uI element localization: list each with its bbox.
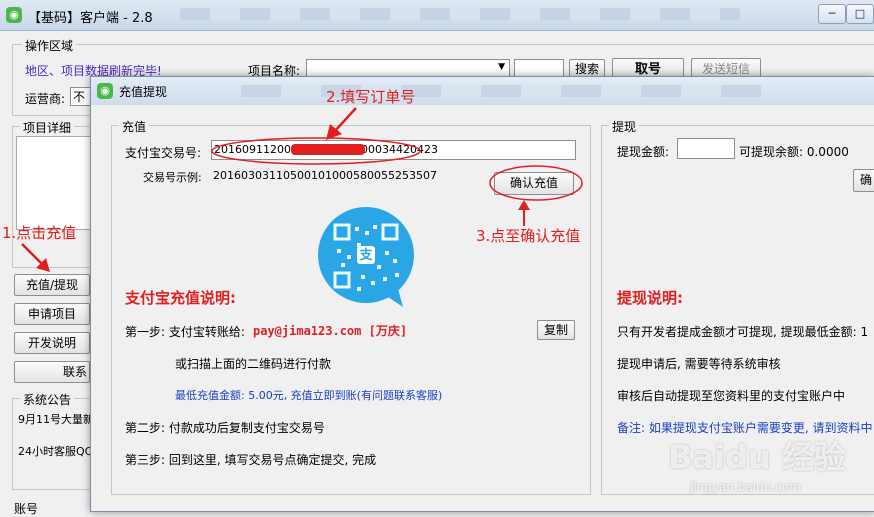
recharge-heading: 支付宝充值说明: [125, 289, 236, 307]
dialog-titlebar: ◉ 充值提现 [91, 77, 874, 105]
dialog-title: 充值提现 [119, 85, 168, 99]
annotation-arrow-3 [518, 200, 530, 226]
dialog-app-icon: ◉ [97, 83, 113, 99]
operator-label: 运营商: [25, 92, 66, 106]
step3-text: 第三步: 回到这里, 填写交易号点确定提交, 完成 [125, 453, 377, 467]
chevron-down-icon: ▼ [498, 62, 505, 72]
alipay-account: pay@jima123.com [万庆] [253, 324, 408, 338]
dev-help-button[interactable]: 开发说明 [14, 332, 90, 354]
withdraw-line-3: 审核后自动提现至您资料里的支付宝账户中 [617, 389, 846, 403]
minimize-icon[interactable]: ─ [818, 4, 846, 24]
main-titlebar: ◉ 【基码】客户端 - 2.8 ─ □ [0, 0, 874, 31]
contact-button[interactable]: 联系 [14, 361, 90, 383]
withdraw-line-1: 只有开发者提成金额才可提现, 提现最低金额: 1 [617, 325, 869, 339]
step1-text: 第一步: 支付宝转账给: [125, 325, 245, 339]
project-detail-legend: 项目详细 [20, 119, 75, 136]
withdraw-amount-input[interactable] [677, 138, 735, 159]
blurred-background-toolbar [241, 85, 761, 97]
withdraw-heading: 提现说明: [617, 289, 683, 307]
annotation-arrow-1 [21, 243, 50, 272]
operator-select[interactable]: 不 [70, 87, 92, 106]
alipay-logo-icon: 支 [359, 248, 373, 263]
project-detail-textarea[interactable] [16, 136, 92, 230]
notice-line-1: 9月11号大量新 [18, 413, 94, 426]
maximize-icon[interactable]: □ [846, 4, 874, 24]
main-window-title: 【基码】客户端 - 2.8 [28, 11, 153, 26]
withdraw-legend: 提现 [609, 118, 640, 135]
confirm-highlight-ellipse [489, 165, 583, 201]
step2-text: 第二步: 付款成功后复制支付宝交易号 [125, 421, 325, 435]
alipay-trade-label: 支付宝交易号: [125, 146, 202, 160]
recharge-legend: 充值 [119, 118, 150, 135]
account-label: 账号 [14, 502, 39, 516]
withdraw-confirm-button[interactable]: 确 [853, 169, 874, 192]
step1-alt-text: 或扫描上面的二维码进行付款 [175, 357, 332, 371]
notice-line-2: 24小时客服QQ [18, 445, 94, 458]
annotation-arrow-2 [326, 107, 357, 140]
baidu-watermark-url: jingyan.baidu.com [690, 480, 801, 494]
highlight-ellipse [211, 137, 421, 165]
withdraw-amount-label: 提现金额: [617, 145, 670, 159]
example-value: 20160303110500101000580055253507 [213, 169, 437, 182]
app-icon: ◉ [6, 7, 22, 23]
copy-button[interactable]: 复制 [537, 320, 575, 340]
annotation-step-3: 3.点至确认充值 [476, 227, 581, 245]
min-recharge-text: 最低充值金额: 5.00元, 充值立即到账(有问题联系客服) [175, 389, 443, 402]
blurred-toolbar [180, 8, 740, 20]
baidu-watermark: Baidu 经验 [668, 438, 846, 476]
recharge-withdraw-button[interactable]: 充值/提现 [14, 274, 90, 296]
notice-legend: 系统公告 [20, 391, 75, 408]
withdraw-balance: 可提现余额: 0.0000 [739, 145, 849, 159]
example-label: 交易号示例: [143, 171, 202, 184]
operation-area-legend: 操作区域 [22, 37, 77, 54]
apply-project-button[interactable]: 申请项目 [14, 303, 90, 325]
withdraw-line-2: 提现申请后, 需要等待系统审核 [617, 357, 781, 371]
